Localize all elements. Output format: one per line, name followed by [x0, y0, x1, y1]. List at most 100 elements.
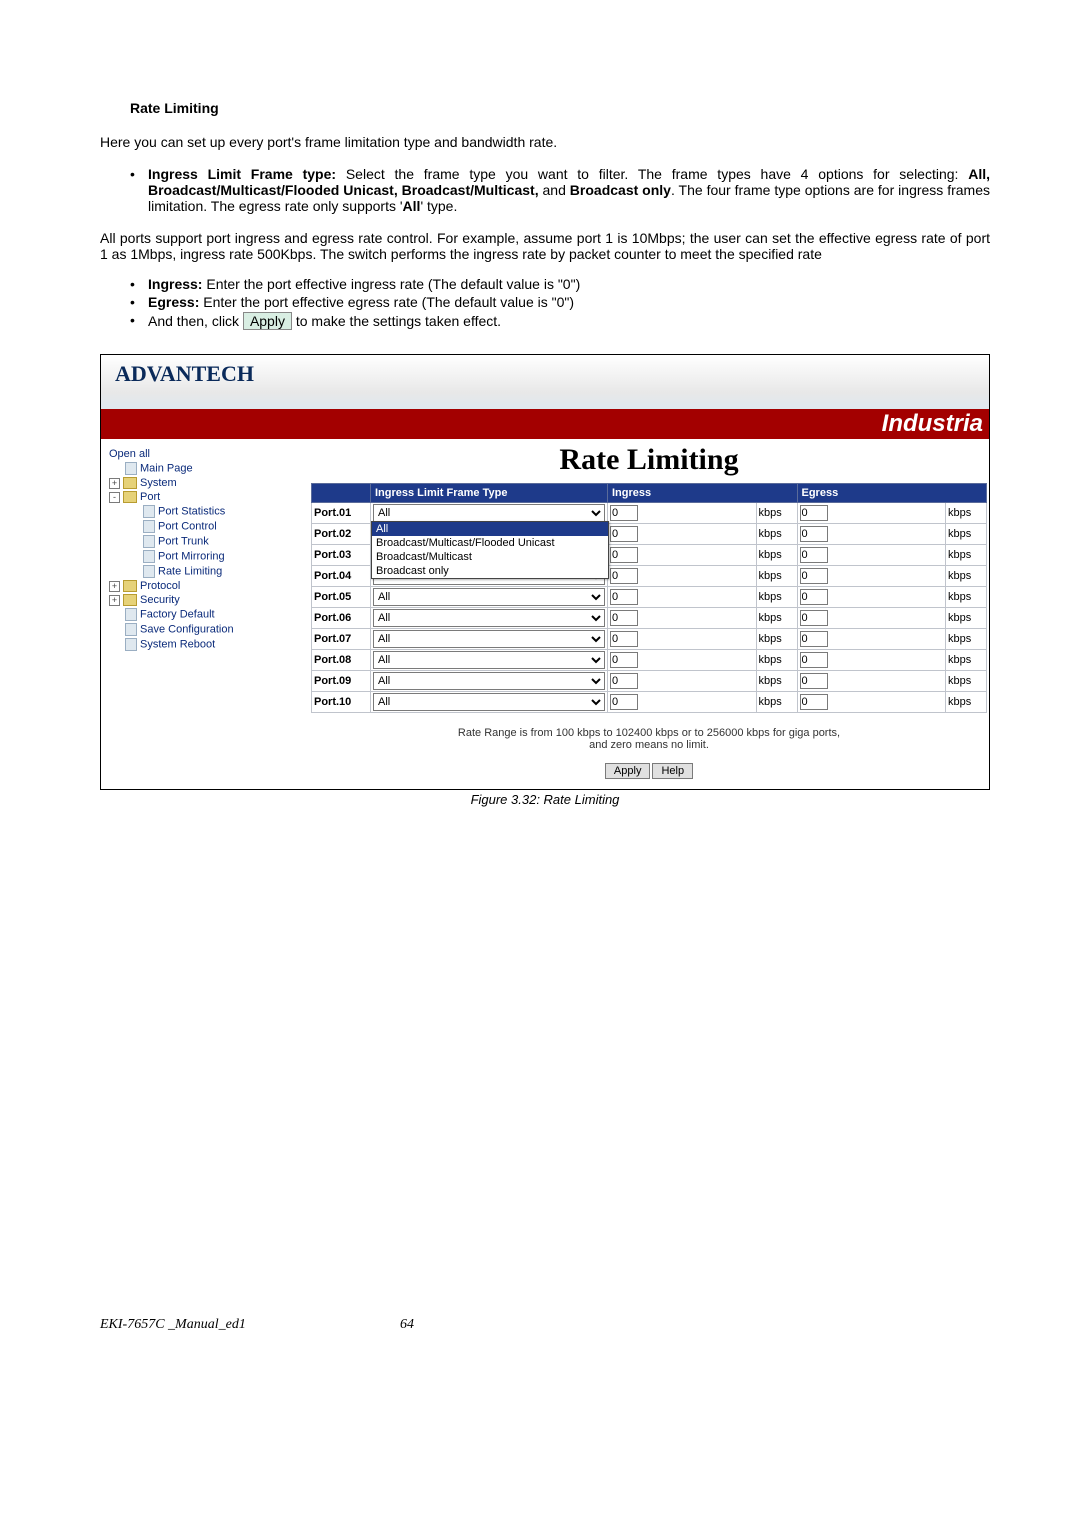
- col-blank: [312, 484, 371, 503]
- unit-label: kbps: [946, 629, 987, 650]
- open-all-link[interactable]: Open all: [109, 447, 309, 461]
- unit-label: kbps: [946, 587, 987, 608]
- apply-inline-button: Apply: [243, 312, 292, 330]
- sidebar-item-port-trunk[interactable]: Port Trunk: [109, 534, 309, 549]
- unit-label: kbps: [756, 692, 797, 713]
- frame-type-select[interactable]: All: [373, 609, 605, 627]
- col-ingress: Ingress: [608, 484, 798, 503]
- ingress-input[interactable]: [610, 505, 638, 521]
- bullet-egress: Egress: Enter the port effective egress …: [130, 294, 990, 310]
- egress-input[interactable]: [800, 526, 828, 542]
- frame-type-select[interactable]: All: [373, 504, 605, 522]
- ingress-input[interactable]: [610, 610, 638, 626]
- bullet-label: Ingress Limit Frame type:: [148, 166, 336, 182]
- frame-type-cell: All: [371, 608, 608, 629]
- sidebar-item-security[interactable]: +Security: [109, 593, 309, 607]
- egress-input[interactable]: [800, 610, 828, 626]
- sidebar-item-factory-default[interactable]: Factory Default: [109, 607, 309, 622]
- frame-type-select[interactable]: All: [373, 630, 605, 648]
- sidebar-item-system-reboot[interactable]: System Reboot: [109, 637, 309, 652]
- port-label: Port.06: [312, 608, 371, 629]
- frame-type-select[interactable]: All: [373, 672, 605, 690]
- egress-input[interactable]: [800, 673, 828, 689]
- sidebar-item-protocol[interactable]: +Protocol: [109, 579, 309, 593]
- ingress-input[interactable]: [610, 673, 638, 689]
- page-icon: [143, 535, 155, 548]
- apply-button[interactable]: Apply: [605, 763, 651, 779]
- collapse-icon[interactable]: -: [109, 492, 120, 503]
- dropdown-option[interactable]: Broadcast only: [372, 564, 608, 578]
- egress-input[interactable]: [800, 631, 828, 647]
- table-row: Port.01AllAllBroadcast/Multicast/Flooded…: [312, 503, 987, 524]
- unit-label: kbps: [946, 503, 987, 524]
- ingress-input[interactable]: [610, 547, 638, 563]
- egress-input[interactable]: [800, 694, 828, 710]
- intro-text: Here you can set up every port's frame l…: [100, 134, 990, 150]
- sidebar-item-port[interactable]: -Port: [109, 490, 309, 504]
- egress-input[interactable]: [800, 505, 828, 521]
- sidebar-item-rate-limiting[interactable]: Rate Limiting: [109, 564, 309, 579]
- unit-label: kbps: [946, 671, 987, 692]
- unit-label: kbps: [756, 587, 797, 608]
- advantech-logo: ADVANTECH: [101, 355, 989, 387]
- egress-input[interactable]: [800, 547, 828, 563]
- bullet-apply: And then, click Apply to make the settin…: [130, 312, 990, 330]
- unit-label: kbps: [756, 608, 797, 629]
- page-icon: [125, 462, 137, 475]
- port-label: Port.04: [312, 566, 371, 587]
- sidebar-item-system[interactable]: +System: [109, 476, 309, 490]
- col-frame-type: Ingress Limit Frame Type: [371, 484, 608, 503]
- egress-input[interactable]: [800, 652, 828, 668]
- port-label: Port.02: [312, 524, 371, 545]
- dropdown-option[interactable]: All: [372, 522, 608, 536]
- ingress-input[interactable]: [610, 526, 638, 542]
- ingress-input[interactable]: [610, 652, 638, 668]
- dropdown-option[interactable]: Broadcast/Multicast/Flooded Unicast: [372, 536, 608, 550]
- frame-type-select[interactable]: All: [373, 588, 605, 606]
- col-egress: Egress: [797, 484, 987, 503]
- ports-paragraph: All ports support port ingress and egres…: [100, 230, 990, 262]
- frame-type-dropdown[interactable]: AllBroadcast/Multicast/Flooded UnicastBr…: [371, 521, 609, 579]
- port-label: Port.10: [312, 692, 371, 713]
- unit-label: kbps: [756, 524, 797, 545]
- unit-label: kbps: [946, 650, 987, 671]
- page-icon: [143, 565, 155, 578]
- page-icon: [143, 505, 155, 518]
- unit-label: kbps: [946, 566, 987, 587]
- unit-label: kbps: [946, 545, 987, 566]
- port-label: Port.09: [312, 671, 371, 692]
- folder-icon: [123, 594, 137, 606]
- sidebar-item-save-configuration[interactable]: Save Configuration: [109, 622, 309, 637]
- expand-icon[interactable]: +: [109, 478, 120, 489]
- frame-type-select[interactable]: All: [373, 651, 605, 669]
- unit-label: kbps: [756, 545, 797, 566]
- table-row: Port.08Allkbpskbps: [312, 650, 987, 671]
- figure-caption: Figure 3.32: Rate Limiting: [100, 792, 990, 807]
- table-row: Port.07Allkbpskbps: [312, 629, 987, 650]
- footer-doc-id: EKI-7657C _Manual_ed1: [100, 1317, 400, 1333]
- ingress-input[interactable]: [610, 568, 638, 584]
- folder-icon: [123, 580, 137, 592]
- port-label: Port.01: [312, 503, 371, 524]
- dropdown-option[interactable]: Broadcast/Multicast: [372, 550, 608, 564]
- sidebar-item-port-mirroring[interactable]: Port Mirroring: [109, 549, 309, 564]
- help-button[interactable]: Help: [652, 763, 693, 779]
- sidebar-item-main-page[interactable]: Main Page: [109, 461, 309, 476]
- footer-page-number: 64: [400, 1317, 414, 1333]
- section-heading: Rate Limiting: [130, 100, 990, 116]
- nav-tree: Open all Main Page +System -Port Port St…: [101, 439, 309, 789]
- bullet-ingress-frame-type: Ingress Limit Frame type: Select the fra…: [130, 166, 990, 214]
- port-label: Port.07: [312, 629, 371, 650]
- sidebar-item-port-statistics[interactable]: Port Statistics: [109, 504, 309, 519]
- sidebar-item-port-control[interactable]: Port Control: [109, 519, 309, 534]
- ingress-input[interactable]: [610, 631, 638, 647]
- ingress-input[interactable]: [610, 694, 638, 710]
- egress-input[interactable]: [800, 589, 828, 605]
- expand-icon[interactable]: +: [109, 581, 120, 592]
- port-label: Port.08: [312, 650, 371, 671]
- egress-input[interactable]: [800, 568, 828, 584]
- ingress-input[interactable]: [610, 589, 638, 605]
- expand-icon[interactable]: +: [109, 595, 120, 606]
- frame-type-select[interactable]: All: [373, 693, 605, 711]
- page-title: Rate Limiting: [311, 443, 987, 477]
